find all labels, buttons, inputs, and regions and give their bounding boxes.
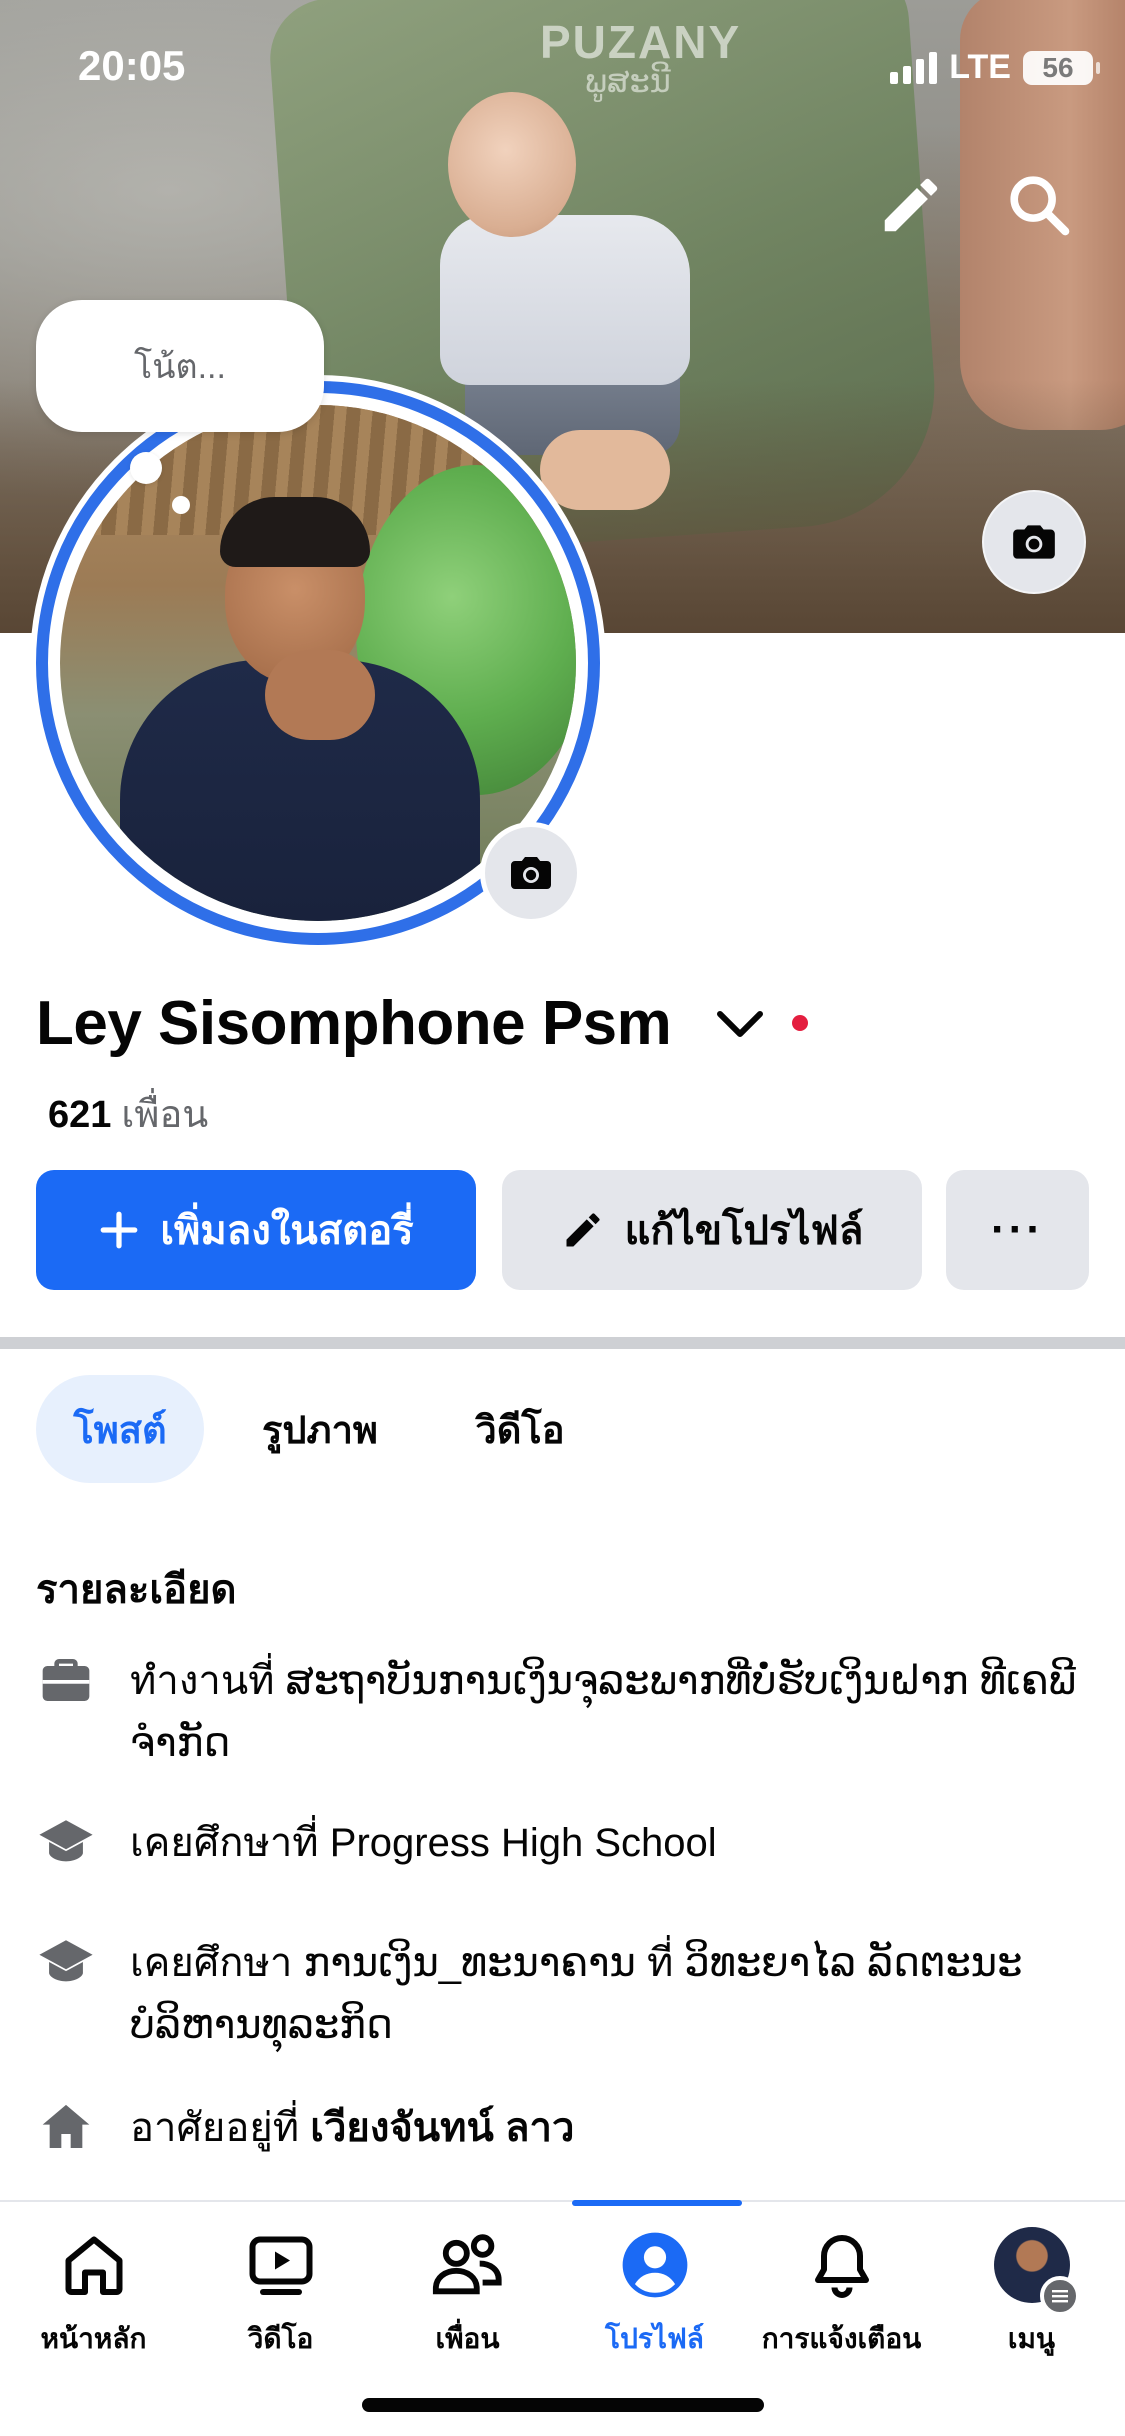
nav-notifications-label: การแจ้งเตือน [761, 2323, 922, 2354]
edit-profile-label: แก้ไขโปรไฟล์ [624, 1209, 864, 1253]
avatar-camera-button[interactable] [480, 822, 582, 924]
status-indicators: LTE 56 [890, 48, 1100, 87]
tab-videos-label: วิดีโอ [475, 1409, 565, 1452]
edit-profile-button[interactable]: แก้ไขโปรไฟล์ [502, 1170, 922, 1290]
more-options-icon: ··· [991, 1205, 1044, 1254]
cover-baby-body [440, 215, 690, 385]
nav-profile-label: โปรไฟล์ [605, 2323, 704, 2354]
note-bubble-tail-small [172, 496, 190, 514]
detail-location-prefix: อาศัยอยู่ที่ [130, 2106, 300, 2150]
nav-profile[interactable]: โปรไฟล์ [561, 2225, 748, 2375]
avatar-hand [265, 650, 375, 740]
add-story-button[interactable]: เพิ่มลงในสตอรี่ [36, 1170, 476, 1290]
nav-friends[interactable]: เพื่อน [374, 2225, 561, 2375]
note-bubble[interactable]: โน้ต... [36, 300, 324, 432]
status-dot [792, 1015, 808, 1031]
nav-video[interactable]: วิดีโอ [187, 2225, 374, 2375]
tab-photos-label: รูปภาพ [262, 1409, 378, 1452]
section-divider [0, 1337, 1125, 1349]
detail-education-2-prefix: เคยศึกษา [130, 1941, 293, 1985]
pencil-icon [566, 1213, 600, 1247]
graduation-cap-icon [36, 1812, 96, 1872]
camera-icon [1013, 525, 1055, 559]
nav-menu-label: เมนู [1007, 2323, 1056, 2354]
nav-friends-label: เพื่อน [435, 2323, 500, 2354]
camera-icon [511, 857, 551, 889]
detail-education-2: เคยศึกษา ການເງິນ_ທະນາຄານ ที่ ວິທະຍາໄລ ລັ… [36, 1932, 1096, 2056]
more-options-button[interactable]: ··· [946, 1170, 1089, 1290]
detail-education-1-value[interactable]: Progress High School [330, 1821, 717, 1865]
video-icon [241, 2225, 321, 2305]
tab-videos[interactable]: วิดีโอ [450, 1375, 590, 1483]
note-placeholder: โน้ต... [134, 348, 226, 386]
add-story-label: เพิ่มลงในสตอรี่ [160, 1209, 414, 1253]
tab-posts[interactable]: โพสต์ [36, 1375, 204, 1483]
home-icon [36, 2097, 96, 2157]
nav-home-label: หน้าหลัก [40, 2323, 147, 2354]
friends-count-label: เพื่อน [121, 1094, 209, 1136]
cover-chair-text: PUZANY [540, 16, 742, 68]
cover-chair-subtext: ພູສະນີ [585, 63, 671, 99]
details-title: รายละเอียด [36, 1568, 237, 1612]
pencil-icon[interactable] [876, 170, 946, 240]
nav-home[interactable]: หน้าหลัก [0, 2225, 187, 2375]
graduation-cap-icon [36, 1932, 96, 1992]
detail-location: อาศัยอยู่ที่ เวียงจันทน์ ลาว [36, 2097, 1096, 2159]
search-icon[interactable] [1004, 170, 1074, 240]
profile-icon [615, 2225, 695, 2305]
signal-icon [890, 51, 938, 84]
nav-notifications[interactable]: การแจ้งเตือน [748, 2225, 935, 2375]
status-time: 20:05 [78, 42, 186, 89]
tab-photos[interactable]: รูปภาพ [240, 1375, 400, 1483]
hamburger-icon [1040, 2276, 1080, 2316]
home-icon [54, 2225, 134, 2305]
friends-icon [428, 2225, 508, 2305]
note-bubble-tail [130, 452, 162, 484]
cover-baby-head [448, 92, 576, 237]
nav-video-label: วิดีโอ [247, 2323, 314, 2354]
battery-icon: 56 [1023, 50, 1100, 85]
nav-menu[interactable]: เมนู [938, 2225, 1125, 2375]
bell-icon [802, 2225, 882, 2305]
detail-work-prefix: ทำงานที่ [130, 1659, 275, 1703]
friends-count-number: 621 [48, 1094, 112, 1136]
briefcase-icon [36, 1650, 96, 1710]
battery-level: 56 [1042, 51, 1074, 83]
tab-posts-label: โพสต์ [73, 1409, 167, 1452]
profile-name: Ley Sisomphone Psm [36, 989, 672, 1058]
network-label: LTE [949, 48, 1011, 86]
active-tab-indicator [572, 2200, 742, 2206]
detail-education-1: เคยศึกษาที่ Progress High School [36, 1812, 1096, 1874]
detail-work: ทำงานที่ ສະຖາບັນການເງິນຈຸລະພາກທີ່ບໍ່ຮັບເ… [36, 1650, 1096, 1774]
detail-location-value[interactable]: เวียงจันทน์ ลาว [310, 2106, 574, 2150]
chevron-down-icon[interactable] [712, 1002, 768, 1046]
home-indicator [362, 2398, 764, 2412]
cover-camera-button[interactable] [982, 490, 1086, 594]
friends-count[interactable]: 621 เพื่อน [48, 1083, 208, 1144]
detail-education-1-prefix: เคยศึกษาที่ [130, 1821, 319, 1865]
avatar-hair [220, 497, 370, 567]
plus-icon [101, 1211, 138, 1249]
